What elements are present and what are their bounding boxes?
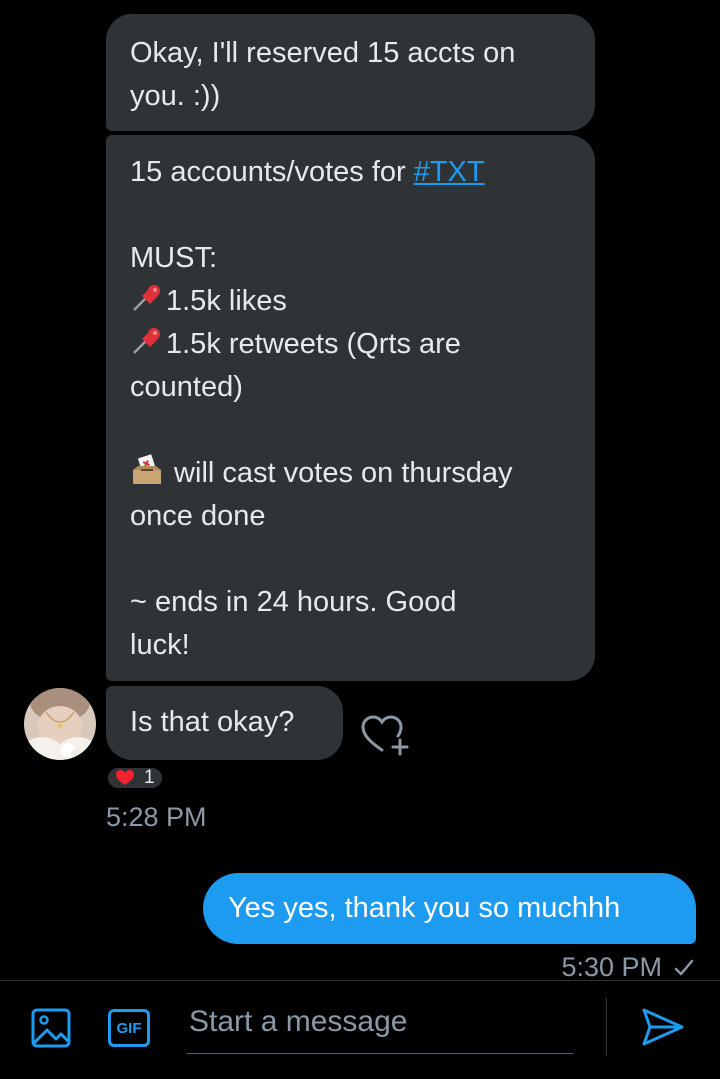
message-text: 1.5k likes [166,285,287,317]
gif-button[interactable]: GIF [108,1009,150,1047]
hashtag-link[interactable]: #TXT [414,156,485,188]
message-text: luck! [130,629,190,661]
message-text: will cast votes on thursday [166,457,513,489]
composer-separator [606,998,607,1056]
message-line: will cast votes on thursday [130,452,571,495]
check-icon [674,959,694,975]
sent-status: 5:30 PM [561,952,694,983]
message-text: Is that okay? [130,706,295,738]
ballot-box-icon [133,454,161,484]
message-text: MUST: [130,242,217,274]
message-text: 1.5k retweets (Qrts are [166,328,461,360]
message-text: counted) [130,371,243,403]
message-line: 15 accounts/votes for #TXT [130,151,571,194]
heart-add-icon[interactable] [360,714,412,758]
reaction-count: 1 [144,767,155,788]
received-message-bubble[interactable]: 15 accounts/votes for #TXT MUST: 1.5k li… [106,135,595,681]
message-text: ~ ends in 24 hours. Good [130,586,457,618]
message-input[interactable] [187,1000,573,1054]
message-text: Okay, I'll reserved 15 accts on [130,37,516,69]
message-text: once done [130,500,266,532]
avatar-image [24,688,96,760]
message-line: 1.5k likes [130,280,571,323]
image-icon[interactable] [30,1007,72,1049]
message-line: 1.5k retweets (Qrts are [130,323,571,366]
received-message-bubble[interactable]: Okay, I'll reserved 15 accts on you. :)) [106,14,595,131]
message-text: 15 accounts/votes for [130,156,414,188]
received-message-bubble[interactable]: Is that okay? [106,686,343,760]
avatar[interactable] [24,688,96,760]
pushpin-icon [133,328,160,354]
sent-message-bubble[interactable]: Yes yes, thank you so muchhh [203,873,696,944]
message-text: Yes yes, thank you so muchhh [228,892,621,924]
pushpin-icon [133,285,160,311]
message-timestamp: 5:30 PM [561,952,662,982]
message-text: you. :)) [130,80,221,112]
heart-icon [116,770,134,785]
gif-label: GIF [116,1019,142,1037]
send-icon[interactable] [640,1006,686,1048]
message-timestamp: 5:28 PM [106,802,207,832]
reaction-badge[interactable]: 1 [106,766,164,790]
